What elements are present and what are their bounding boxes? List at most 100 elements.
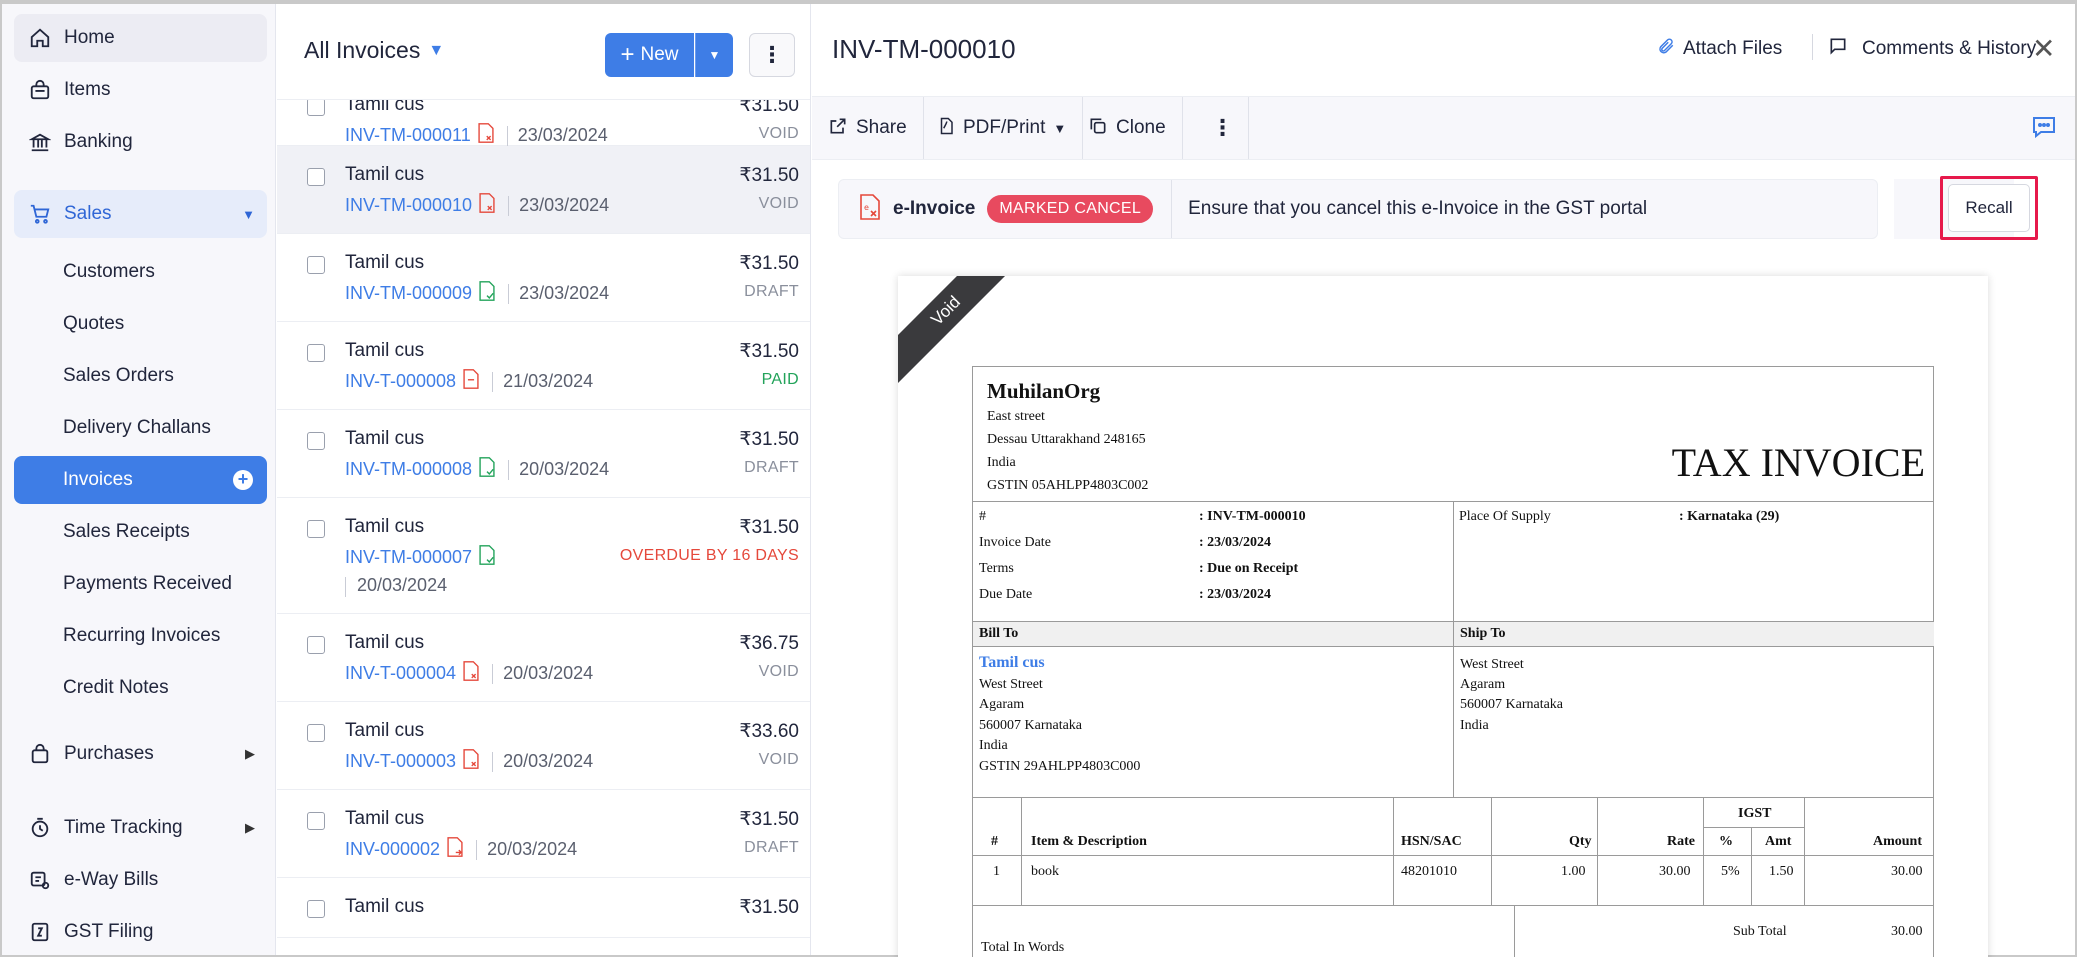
invoice-number[interactable]: INV-TM-000011 bbox=[345, 125, 471, 146]
sidebar-item-label: Invoices bbox=[63, 469, 133, 490]
more-options-button[interactable]: ⋮ bbox=[749, 33, 795, 77]
invoice-row[interactable]: Tamil cus ₹31.50 bbox=[277, 878, 810, 938]
ship-to-line: India bbox=[1460, 718, 1489, 733]
new-dropdown-button[interactable]: ▼ bbox=[695, 33, 733, 77]
row-checkbox[interactable] bbox=[307, 344, 325, 362]
clone-button[interactable]: Clone bbox=[1072, 97, 1183, 159]
divider bbox=[973, 905, 1933, 906]
invoice-number[interactable]: INV-TM-000009 bbox=[345, 283, 472, 304]
sidebar-item-time-tracking[interactable]: Time Tracking ▶ bbox=[14, 804, 267, 852]
add-invoice-icon[interactable]: + bbox=[233, 470, 253, 490]
invoice-number[interactable]: INV-TM-000010 bbox=[345, 195, 472, 216]
sidebar-item-home[interactable]: Home bbox=[14, 14, 267, 62]
status-badge: PAID bbox=[761, 371, 799, 388]
invoice-row[interactable]: Tamil cus ₹31.50 INV-TM-000010 23/03/2024 VO… bbox=[277, 146, 810, 234]
org-name: MuhilanOrg bbox=[987, 379, 1101, 403]
sidebar-item-recurring-invoices[interactable]: Recurring Invoices bbox=[14, 612, 267, 660]
view-selector[interactable]: All Invoices ▼ bbox=[304, 37, 444, 64]
invoice-number[interactable]: INV-TM-000008 bbox=[345, 459, 472, 480]
sidebar-item-payments-received[interactable]: Payments Received bbox=[14, 560, 267, 608]
sidebar-item-purchases[interactable]: Purchases ▶ bbox=[14, 730, 267, 778]
sidebar-item-label: Banking bbox=[64, 131, 133, 152]
row-checkbox[interactable] bbox=[307, 520, 325, 538]
status-badge: VOID bbox=[758, 751, 799, 768]
share-icon bbox=[828, 116, 848, 141]
gst-icon bbox=[26, 918, 54, 946]
row-checkbox[interactable] bbox=[307, 98, 325, 116]
invoice-number[interactable]: INV-T-000004 bbox=[345, 663, 456, 684]
einvoice-message: Ensure that you cancel this e-Invoice in… bbox=[1188, 198, 1648, 219]
invoice-document: Void MuhilanOrg East street Dessau Uttar… bbox=[898, 276, 1988, 957]
invoice-row[interactable]: Tamil cus ₹33.60 INV-T-000003 20/03/2024 VOI… bbox=[277, 702, 810, 790]
chevron-down-icon: ▼ bbox=[428, 41, 445, 59]
einvoice-status-icon bbox=[478, 193, 496, 218]
bag-icon bbox=[26, 740, 54, 768]
org-country: India bbox=[987, 455, 1016, 470]
invoice-date: 23/03/2024 bbox=[519, 195, 610, 215]
sidebar-item-customers[interactable]: Customers bbox=[14, 248, 267, 296]
col-qty: Qty bbox=[1569, 834, 1592, 849]
invoice-number[interactable]: INV-T-000003 bbox=[345, 751, 456, 772]
divider bbox=[1453, 501, 1454, 797]
close-icon[interactable]: ✕ bbox=[2032, 32, 2055, 65]
sidebar-item-gst-filing[interactable]: GST Filing bbox=[14, 908, 267, 956]
sidebar-item-eway-bills[interactable]: e-Way Bills bbox=[14, 856, 267, 904]
row-checkbox[interactable] bbox=[307, 432, 325, 450]
col-igst: IGST bbox=[1738, 806, 1772, 821]
invoice-row[interactable]: Tamil cus ₹31.50 INV-TM-000007 OVERDUE BY 1… bbox=[277, 498, 810, 614]
divider bbox=[1812, 34, 1813, 60]
col-hsn: HSN/SAC bbox=[1401, 834, 1462, 849]
divider bbox=[1171, 180, 1173, 238]
row-checkbox[interactable] bbox=[307, 636, 325, 654]
chat-icon[interactable] bbox=[2031, 115, 2057, 144]
customer-name: Tamil cus bbox=[345, 252, 425, 273]
divider bbox=[508, 283, 510, 304]
sidebar-item-sales[interactable]: Sales ▼ bbox=[14, 190, 267, 238]
invoice-date: 20/03/2024 bbox=[487, 839, 578, 859]
pdf-print-button[interactable]: PDF/Print ▼ bbox=[921, 97, 1084, 159]
sidebar-item-credit-notes[interactable]: Credit Notes bbox=[14, 664, 267, 712]
recall-button[interactable]: Recall bbox=[1948, 184, 2030, 232]
truck-icon bbox=[26, 866, 54, 894]
invoice-number[interactable]: INV-TM-000007 bbox=[345, 547, 472, 568]
meta-label: Terms bbox=[979, 561, 1014, 576]
new-invoice-button[interactable]: + New bbox=[605, 33, 694, 77]
invoice-row[interactable]: Tamil cus ₹31.50 INV-000002 20/03/2024 DRAFT bbox=[277, 790, 810, 878]
invoice-row[interactable]: Tamil cus ₹31.50 INV-TM-000009 23/03/2024 DR… bbox=[277, 234, 810, 322]
row-checkbox[interactable] bbox=[307, 900, 325, 918]
invoice-date: 20/03/2024 bbox=[519, 459, 610, 479]
invoice-number[interactable]: INV-000002 bbox=[345, 839, 440, 860]
sidebar-item-banking[interactable]: Banking bbox=[14, 118, 267, 166]
sidebar-item-sales-receipts[interactable]: Sales Receipts bbox=[14, 508, 267, 556]
row-checkbox[interactable] bbox=[307, 724, 325, 742]
customer-name: Tamil cus bbox=[345, 164, 425, 185]
comments-history-button[interactable]: Comments & History bbox=[1828, 36, 2036, 62]
status-badge: VOID bbox=[758, 125, 799, 142]
pdf-icon bbox=[937, 116, 955, 141]
svg-text:e: e bbox=[864, 203, 869, 212]
attach-files-button[interactable]: Attach Files bbox=[1657, 36, 1782, 62]
sidebar-item-sales-orders[interactable]: Sales Orders bbox=[14, 352, 267, 400]
invoice-date: 23/03/2024 bbox=[517, 125, 608, 145]
sidebar-item-invoices[interactable]: Invoices + bbox=[14, 456, 267, 504]
invoice-row[interactable]: Tamil cus ₹31.50 INV-TM-000008 20/03/2024 DR… bbox=[277, 410, 810, 498]
row-checkbox[interactable] bbox=[307, 812, 325, 830]
sidebar-item-delivery-challans[interactable]: Delivery Challans bbox=[14, 404, 267, 452]
sidebar-item-items[interactable]: Items bbox=[14, 66, 267, 114]
row-checkbox[interactable] bbox=[307, 256, 325, 274]
invoice-row[interactable]: Tamil cus ₹36.75 INV-T-000004 20/03/2024 VOI… bbox=[277, 614, 810, 702]
col-amt: Amt bbox=[1765, 834, 1792, 849]
sub-total-label: Sub Total bbox=[1733, 924, 1787, 939]
row-checkbox[interactable] bbox=[307, 168, 325, 186]
invoice-number-line: INV-TM-000011 23/03/2024 bbox=[345, 123, 608, 148]
sidebar-item-quotes[interactable]: Quotes bbox=[14, 300, 267, 348]
divider bbox=[1804, 797, 1805, 905]
toolbar-more-button[interactable]: ⋮ bbox=[1197, 97, 1249, 159]
bill-to-line: West Street bbox=[979, 677, 1043, 692]
invoice-row[interactable]: Tamil cus ₹31.50 INV-T-000008 21/03/2024 PAI… bbox=[277, 322, 810, 410]
bill-to-name[interactable]: Tamil cus bbox=[979, 654, 1045, 672]
invoice-number[interactable]: INV-T-000008 bbox=[345, 371, 456, 392]
invoice-number-line: INV-T-000003 20/03/2024 bbox=[345, 749, 593, 774]
share-button[interactable]: Share bbox=[812, 97, 924, 159]
invoice-number-line: INV-TM-000007 bbox=[345, 545, 496, 570]
